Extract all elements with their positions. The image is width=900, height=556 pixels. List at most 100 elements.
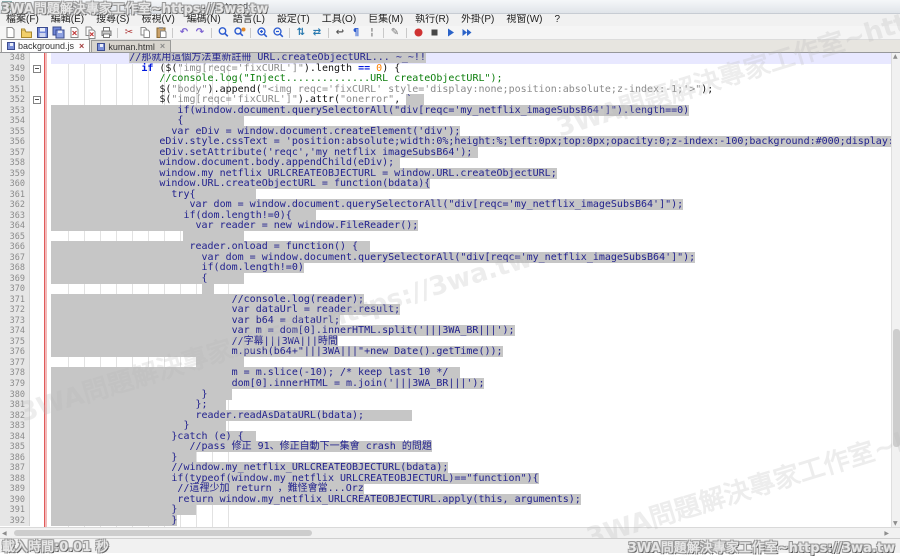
fold-margin xyxy=(30,221,51,232)
macro-play-icon[interactable] xyxy=(443,26,457,39)
macro-run-multiple-icon[interactable] xyxy=(459,26,473,39)
line-number: 366 xyxy=(0,242,30,253)
scroll-down-arrow[interactable]: ▼ xyxy=(893,520,898,527)
fold-margin xyxy=(30,495,51,506)
toolbar-separator xyxy=(406,28,407,38)
word-wrap-icon[interactable]: ↩ xyxy=(333,26,347,39)
line-number: 364 xyxy=(0,221,30,232)
redo-icon[interactable]: ↷ xyxy=(193,26,207,39)
code-segment-nav: { xyxy=(51,115,244,126)
tab-kuman.html[interactable]: kuman.html × xyxy=(91,40,171,52)
print-icon[interactable] xyxy=(99,26,113,39)
paste-icon[interactable] xyxy=(154,26,168,39)
code-segment-nav: //pass 修正 91、修正自動下一集會 crash 的問題 xyxy=(51,441,432,452)
replace-icon[interactable] xyxy=(232,26,246,39)
fold-margin xyxy=(30,326,51,337)
fold-margin xyxy=(30,474,51,485)
fold-margin xyxy=(30,390,51,401)
code-segment-nav: } xyxy=(51,452,196,463)
vertical-scroll-thumb[interactable] xyxy=(893,329,900,447)
macro-stop-icon[interactable] xyxy=(427,26,441,39)
menu-item-11[interactable]: 視窗(W) xyxy=(500,13,548,26)
sync-vertical-scroll-icon[interactable]: ⇅ xyxy=(294,26,308,39)
code-segment-pln: ).length xyxy=(304,63,358,74)
menu-item-7[interactable]: 工具(O) xyxy=(316,13,362,26)
code-segment-kw: == xyxy=(358,63,370,74)
new-file-icon[interactable] xyxy=(3,26,17,39)
close-all-icon[interactable] xyxy=(83,26,97,39)
sync-horizontal-scroll-icon[interactable]: ⇄ xyxy=(310,26,324,39)
fold-margin xyxy=(30,347,51,358)
code-text: dom[0].innerHTML = m.join('|||3WA_BR|||'… xyxy=(51,379,891,390)
scroll-up-arrow[interactable]: ▲ xyxy=(893,53,898,60)
code-segment-com: //console.log("Inject..............URL c… xyxy=(159,73,502,84)
zoom-out-icon[interactable] xyxy=(271,26,285,39)
code-segment-stub xyxy=(183,231,243,242)
line-number: 352 xyxy=(0,95,30,106)
save-all-icon[interactable] xyxy=(51,26,65,39)
tab-close-icon[interactable]: × xyxy=(160,42,165,51)
menu-item-12[interactable]: ? xyxy=(549,13,567,26)
copy-icon[interactable] xyxy=(138,26,152,39)
line-number: 378 xyxy=(0,368,30,379)
line-number: 372 xyxy=(0,305,30,316)
code-segment-nav: } xyxy=(51,420,226,431)
line-number: 348 xyxy=(0,53,30,64)
fold-collapse-marker[interactable] xyxy=(33,65,41,73)
code-segment-nav: eDiv.setAttribute('reqc','my_netflix_ima… xyxy=(51,147,478,158)
tab-background.js[interactable]: background.js× xyxy=(1,39,90,52)
code-segment-nav: var m = dom[0].innerHTML.split('|||3WA_B… xyxy=(51,325,515,336)
watermark-status: 3WA問題解決專家工作室~https://3wa.tw xyxy=(628,537,895,556)
toolbar-separator xyxy=(172,28,173,38)
toolbar-separator xyxy=(117,28,118,38)
fold-margin xyxy=(30,200,51,211)
tab-close-icon[interactable]: × xyxy=(79,42,84,51)
code-segment-stub xyxy=(196,357,244,368)
fold-margin xyxy=(30,74,51,85)
menu-item-8[interactable]: 巨集(M) xyxy=(362,13,409,26)
line-number: 370 xyxy=(0,284,30,295)
cut-icon[interactable]: ✂ xyxy=(122,26,136,39)
vertical-scrollbar[interactable]: ▲ ▼ xyxy=(891,53,900,527)
tab-bar: background.js× kuman.html × xyxy=(0,40,900,53)
show-all-characters-icon[interactable]: ¶ xyxy=(349,26,363,39)
editor-surface[interactable]: 348 //那就用這個方法重新註冊 URL.createObjectURL...… xyxy=(0,53,891,527)
scroll-right-arrow[interactable]: ▶ xyxy=(884,530,889,537)
menu-item-10[interactable]: 外掛(P) xyxy=(455,13,500,26)
fold-margin xyxy=(30,127,51,138)
fold-margin xyxy=(30,358,51,369)
zoom-in-icon[interactable] xyxy=(255,26,269,39)
undo-icon[interactable]: ↶ xyxy=(177,26,191,39)
user-defined-dialog-icon[interactable]: ✎ xyxy=(388,26,402,39)
line-number: 368 xyxy=(0,263,30,274)
save-file-icon[interactable] xyxy=(35,26,49,39)
code-text: } xyxy=(51,505,891,516)
tab-label: kuman.html xyxy=(108,42,155,52)
code-segment-nav: eDiv.style.cssText = 'position:absolute;… xyxy=(51,136,891,147)
fold-margin xyxy=(30,400,51,411)
watermark-title: 3WA問題解決專家工作室~https://3wa.tw xyxy=(1,0,268,17)
line-number: 353 xyxy=(0,106,30,117)
find-icon[interactable] xyxy=(216,26,230,39)
code-line: 392 } xyxy=(0,516,891,527)
code-segment-str: "img[reqc='fixCURL']" xyxy=(171,94,297,105)
menu-item-9[interactable]: 執行(R) xyxy=(409,13,455,26)
fold-margin xyxy=(30,158,51,169)
close-file-icon[interactable] xyxy=(67,26,81,39)
code-segment-pln: ($( xyxy=(153,63,177,74)
code-segment-pln: , xyxy=(394,94,406,105)
indent-guide-icon[interactable]: ¦ xyxy=(365,26,379,39)
menu-item-6[interactable]: 設定(T) xyxy=(271,13,316,26)
line-number: 354 xyxy=(0,116,30,127)
code-segment-nav: var dom = window.document.querySelectorA… xyxy=(51,199,683,210)
macro-record-icon[interactable] xyxy=(411,26,425,39)
code-segment-nav: //console.log(reader); xyxy=(51,294,364,305)
fold-margin xyxy=(30,253,51,264)
fold-margin xyxy=(30,463,51,474)
open-file-icon[interactable] xyxy=(19,26,33,39)
code-line: 381 }; xyxy=(0,400,891,411)
code-segment-nav: var dataUrl = reader.result; xyxy=(51,304,400,315)
line-number: 381 xyxy=(0,400,30,411)
fold-collapse-marker[interactable] xyxy=(33,96,41,104)
fold-margin xyxy=(30,484,51,495)
